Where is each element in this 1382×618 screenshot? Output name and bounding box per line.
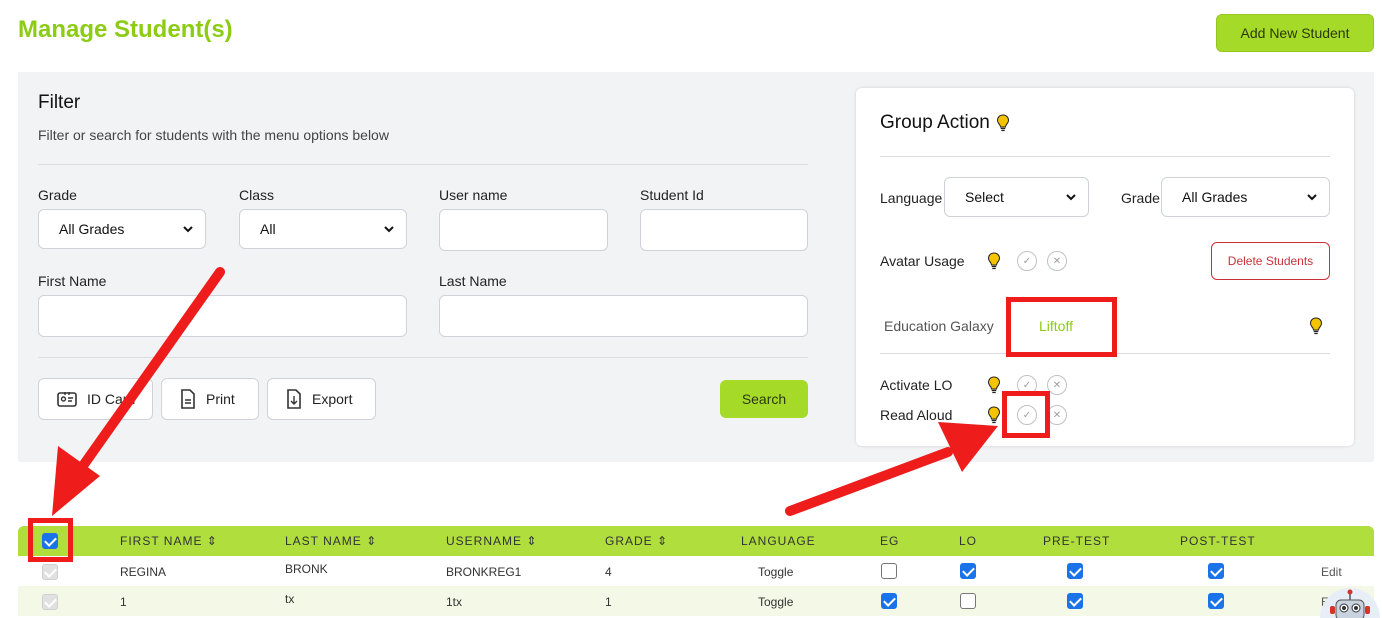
annotation-arrows — [52, 267, 998, 516]
annotation-arrow-shaft — [75, 267, 225, 475]
annotation-arrow-shaft — [785, 447, 953, 516]
annotation-arrow-head — [938, 422, 998, 472]
